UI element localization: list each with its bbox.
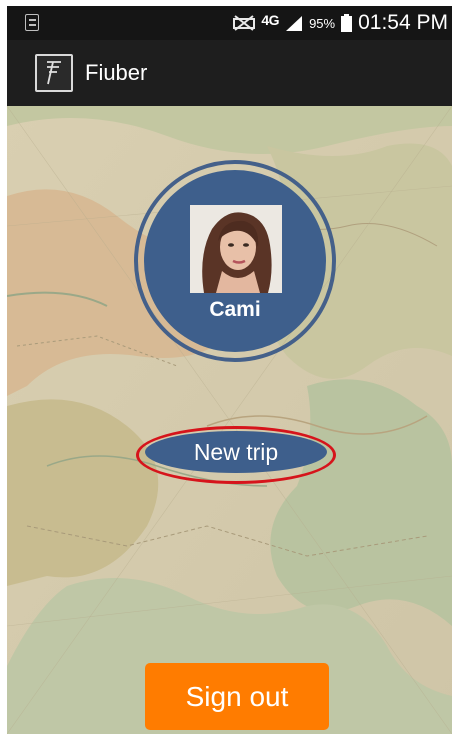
status-right-group: 4G 95% 01:54 PM <box>233 6 448 40</box>
fiuber-logo-icon[interactable] <box>35 54 73 92</box>
app-bar: Fiuber <box>7 40 452 106</box>
avatar-photo <box>190 205 282 293</box>
status-time: 01:54 PM <box>358 11 448 34</box>
signal-icon <box>286 16 303 31</box>
battery-icon <box>341 14 353 32</box>
mute-icon <box>233 15 256 31</box>
phone-screen: 4G 95% 01:54 PM Fiuber Cami New trip Sig… <box>7 6 452 734</box>
app-title: Fiuber <box>85 60 148 85</box>
network-type: 4G <box>261 12 280 28</box>
battery-percentage: 95% <box>309 15 336 31</box>
new-trip-button[interactable]: New trip <box>145 431 327 473</box>
user-name: Cami <box>209 298 261 321</box>
status-bar: 4G 95% 01:54 PM <box>7 6 452 40</box>
notification-icon <box>25 14 39 31</box>
sign-out-button[interactable]: Sign out <box>145 663 329 730</box>
